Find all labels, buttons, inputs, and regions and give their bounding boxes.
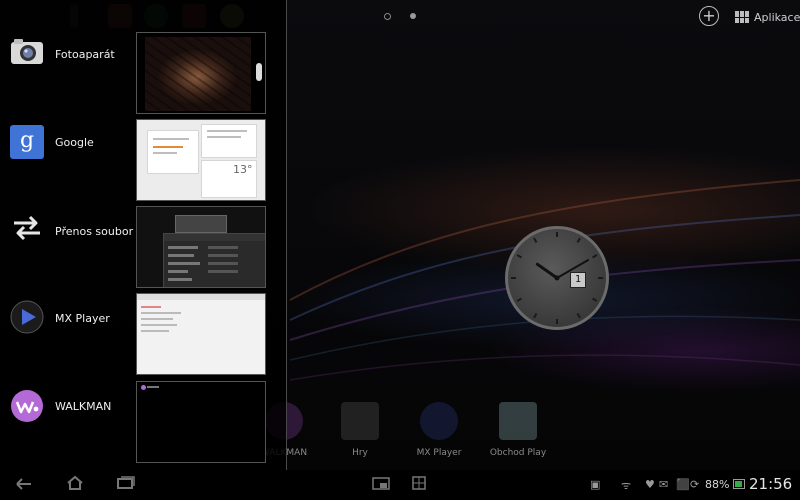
recents-icon xyxy=(117,476,135,489)
gallery-notification-icon: ▣ xyxy=(590,478,601,491)
play-store-icon xyxy=(499,402,537,440)
grid-icon xyxy=(735,11,749,23)
dock-label-mx-player: MX Player xyxy=(416,448,462,458)
clock-tick xyxy=(592,297,598,302)
back-arrow-icon xyxy=(16,478,31,490)
recent-app-mx-player[interactable]: MX Player xyxy=(0,272,286,375)
clock-tick xyxy=(516,297,522,302)
recent-app-file-transfer[interactable]: Přenos soubor xyxy=(0,185,286,288)
clock-tick xyxy=(576,313,581,319)
camera-icon xyxy=(10,38,44,72)
home-button[interactable] xyxy=(62,475,88,495)
clock-face xyxy=(511,232,603,324)
recent-app-camera[interactable]: Fotoaparát xyxy=(0,11,286,114)
recent-apps-button[interactable] xyxy=(112,475,138,495)
weather-temperature: 13° xyxy=(233,163,253,176)
signal-icon: ⬛ xyxy=(676,478,690,491)
screenshot-button[interactable] xyxy=(406,475,432,495)
google-icon: g xyxy=(10,125,44,159)
clock-tick xyxy=(576,237,581,243)
dock-item-mx-player[interactable]: MX Player xyxy=(409,402,469,458)
dock-item-play-store[interactable]: Obchod Play xyxy=(488,402,548,458)
recent-app-google[interactable]: g Google 13° xyxy=(0,98,286,201)
sync-icon: ⟳ xyxy=(690,478,700,491)
mx-player-icon xyxy=(10,300,44,334)
navigation-bar: ▣ ᯤ ♥ ✉ ⬛ ⟳ xyxy=(0,470,800,500)
battery-percent: 88% xyxy=(705,478,730,491)
walkman-icon xyxy=(10,389,44,423)
back-button[interactable] xyxy=(12,475,38,495)
page-indicator-1 xyxy=(384,13,391,20)
apps-button-label: Aplikace xyxy=(754,10,800,24)
mx-player-icon xyxy=(420,402,458,440)
clock-tick xyxy=(533,237,538,243)
recent-app-label: MX Player xyxy=(55,312,110,325)
recent-app-label: WALKMAN xyxy=(55,400,112,413)
recent-app-label: Přenos soubor xyxy=(55,225,134,238)
page-indicator-2 xyxy=(410,13,416,19)
grid-app-icon xyxy=(412,476,426,490)
clock-tick xyxy=(533,313,538,319)
clock-tick xyxy=(592,254,598,259)
games-icon xyxy=(341,402,379,440)
plus-circle-icon[interactable]: + xyxy=(699,6,719,26)
recents-divider xyxy=(286,0,287,470)
small-apps-icon xyxy=(372,477,390,490)
gmail-notification-icon: ✉ xyxy=(659,478,669,491)
android-notification-icon: ♥ xyxy=(645,478,655,491)
analog-clock-widget[interactable] xyxy=(505,226,609,330)
transfer-arrows-icon xyxy=(10,215,44,249)
clock-tick xyxy=(516,254,522,259)
recent-apps-panel: Fotoaparát g Google 13° Přenos soubor MX… xyxy=(0,0,286,470)
dock-item-games[interactable]: Hry xyxy=(330,402,390,458)
status-clock: 21:56 xyxy=(749,475,793,493)
recent-app-label: Google xyxy=(55,136,94,149)
clock-date: 1 xyxy=(570,272,586,288)
dock-label-play-store: Obchod Play xyxy=(489,448,547,458)
recent-app-thumbnail[interactable] xyxy=(136,381,266,463)
wifi-icon: ᯤ xyxy=(621,479,632,492)
recent-app-walkman[interactable]: WALKMAN xyxy=(0,359,286,463)
apps-button[interactable]: Aplikace xyxy=(735,8,800,26)
recent-app-label: Fotoaparát xyxy=(55,48,115,61)
small-apps-button[interactable] xyxy=(368,475,394,495)
battery-icon xyxy=(733,479,745,489)
home-icon xyxy=(67,475,83,490)
dock-label-games: Hry xyxy=(352,448,368,458)
